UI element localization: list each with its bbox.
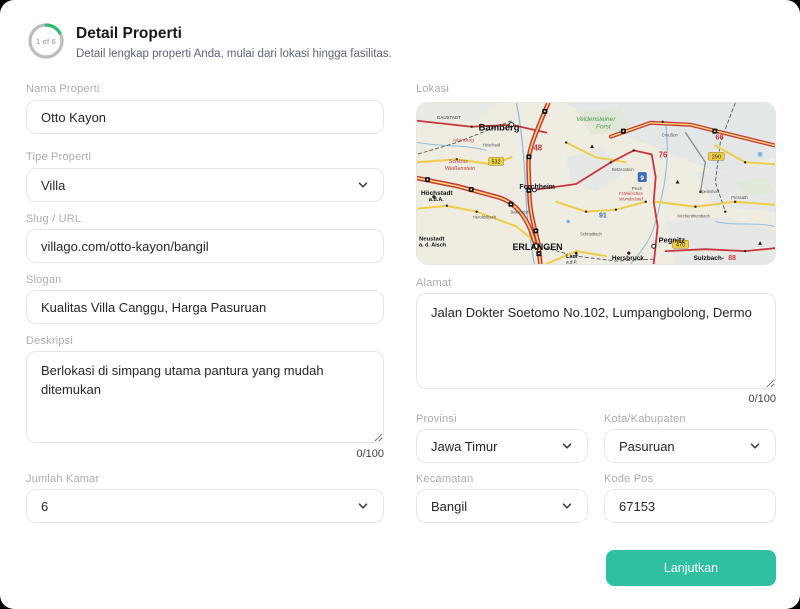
- jumlah-kamar-label: Jumlah Kamar: [26, 473, 99, 485]
- tipe-properti-label: Tipe Properti: [26, 151, 91, 163]
- jumlah-kamar-select[interactable]: 6: [26, 489, 384, 523]
- svg-text:Schnaittach: Schnaittach: [580, 231, 602, 236]
- svg-text:a. d. Aisch: a. d. Aisch: [419, 243, 446, 249]
- svg-text:Wunderland: Wunderland: [619, 196, 644, 201]
- svg-text:a.d.P.: a.d.P.: [566, 260, 577, 264]
- svg-text:Fränkisches: Fränkisches: [619, 191, 644, 196]
- detail-properti-card: 1 of 6 Detail Properti Detail lengkap pr…: [0, 0, 800, 609]
- slug-label: Slug / URL: [26, 213, 81, 225]
- svg-text:76: 76: [659, 150, 668, 159]
- lokasi-label: Lokasi: [416, 83, 449, 95]
- kecamatan-value: Bangil: [431, 499, 467, 514]
- svg-text:88: 88: [728, 255, 736, 262]
- svg-text:Forst: Forst: [596, 124, 612, 131]
- page-subtitle: Detail lengkap properti Anda, mulai dari…: [76, 48, 392, 60]
- provinsi-label: Provinsi: [416, 413, 457, 425]
- chevron-down-icon: [357, 179, 369, 191]
- chevron-down-icon: [561, 440, 573, 452]
- svg-text:Höchstadt: Höchstadt: [421, 190, 453, 197]
- deskripsi-textarea[interactable]: Berlokasi di simpang utama pantura yang …: [26, 351, 384, 443]
- svg-text:a.d.A.: a.d.A.: [429, 197, 444, 203]
- svg-text:66: 66: [715, 133, 723, 142]
- deskripsi-counter: 0/100: [26, 448, 384, 460]
- svg-text:Pressath: Pressath: [731, 195, 748, 200]
- kecamatan-label: Kecamatan: [416, 473, 473, 485]
- svg-text:Veldensteiner: Veldensteiner: [576, 116, 616, 123]
- chevron-down-icon: [749, 440, 761, 452]
- svg-text:Hirschaid: Hirschaid: [483, 142, 501, 147]
- svg-text:48: 48: [533, 143, 542, 152]
- svg-text:9: 9: [640, 175, 644, 182]
- svg-text:Heroldsbach: Heroldsbach: [473, 215, 497, 220]
- step-progress-ring: 1 of 6: [26, 21, 66, 61]
- kota-label: Kota/Kabupaten: [604, 413, 686, 425]
- map-graphic: 290 470 532 9 48 76 66 91 88 Bamberg GAU…: [417, 103, 775, 264]
- jumlah-kamar-value: 6: [41, 499, 48, 514]
- location-map[interactable]: 290 470 532 9 48 76 66 91 88 Bamberg GAU…: [416, 102, 776, 265]
- svg-text:290: 290: [712, 155, 721, 161]
- kecamatan-select[interactable]: Bangil: [416, 489, 588, 523]
- kode-pos-input[interactable]: [604, 489, 776, 523]
- deskripsi-label: Deskripsi: [26, 335, 73, 347]
- svg-text:Speinshart: Speinshart: [699, 189, 720, 194]
- svg-text:Kirchenthumbach: Kirchenthumbach: [678, 214, 711, 219]
- svg-text:91: 91: [599, 213, 607, 220]
- alamat-counter: 0/100: [416, 393, 776, 405]
- svg-text:Forchheim: Forchheim: [519, 184, 555, 191]
- svg-text:Sulzbach-: Sulzbach-: [693, 255, 724, 262]
- chevron-down-icon: [357, 500, 369, 512]
- svg-text:Baiersdorf: Baiersdorf: [510, 210, 530, 215]
- svg-text:Betzenstein: Betzenstein: [612, 167, 634, 172]
- svg-text:Pegnitz: Pegnitz: [659, 235, 686, 244]
- svg-text:GAUSTADT: GAUSTADT: [437, 115, 461, 120]
- kota-value: Pasuruan: [619, 439, 675, 454]
- svg-text:ERLANGEN: ERLANGEN: [512, 242, 562, 252]
- svg-text:Creußen: Creußen: [662, 133, 679, 138]
- slug-input[interactable]: [26, 229, 384, 263]
- alamat-label: Alamat: [416, 277, 451, 289]
- provinsi-select[interactable]: Jawa Timur: [416, 429, 588, 463]
- slogan-label: Slogan: [26, 274, 61, 286]
- svg-text:Hersbruck: Hersbruck: [612, 255, 644, 262]
- kode-pos-label: Kode Pos: [604, 473, 653, 485]
- svg-text:Altenburg: Altenburg: [452, 138, 474, 144]
- provinsi-value: Jawa Timur: [431, 439, 497, 454]
- alamat-textarea[interactable]: Jalan Dokter Soetomo No.102, Lumpangbolo…: [416, 293, 776, 389]
- svg-text:Bamberg: Bamberg: [479, 122, 520, 133]
- page-title: Detail Properti: [76, 25, 182, 43]
- lanjutkan-button[interactable]: Lanjutkan: [606, 550, 776, 586]
- svg-text:Neustadt: Neustadt: [419, 236, 445, 242]
- tipe-properti-value: Villa: [41, 178, 65, 193]
- svg-text:Schloss: Schloss: [449, 159, 468, 165]
- svg-text:532: 532: [492, 159, 501, 165]
- chevron-down-icon: [561, 500, 573, 512]
- nama-properti-input[interactable]: [26, 100, 384, 134]
- kota-select[interactable]: Pasuruan: [604, 429, 776, 463]
- slogan-input[interactable]: [26, 290, 384, 324]
- tipe-properti-select[interactable]: Villa: [26, 168, 384, 202]
- svg-text:Weißenstein: Weißenstein: [445, 166, 475, 172]
- step-indicator: 1 of 6: [26, 21, 66, 61]
- nama-properti-label: Nama Properti: [26, 83, 100, 95]
